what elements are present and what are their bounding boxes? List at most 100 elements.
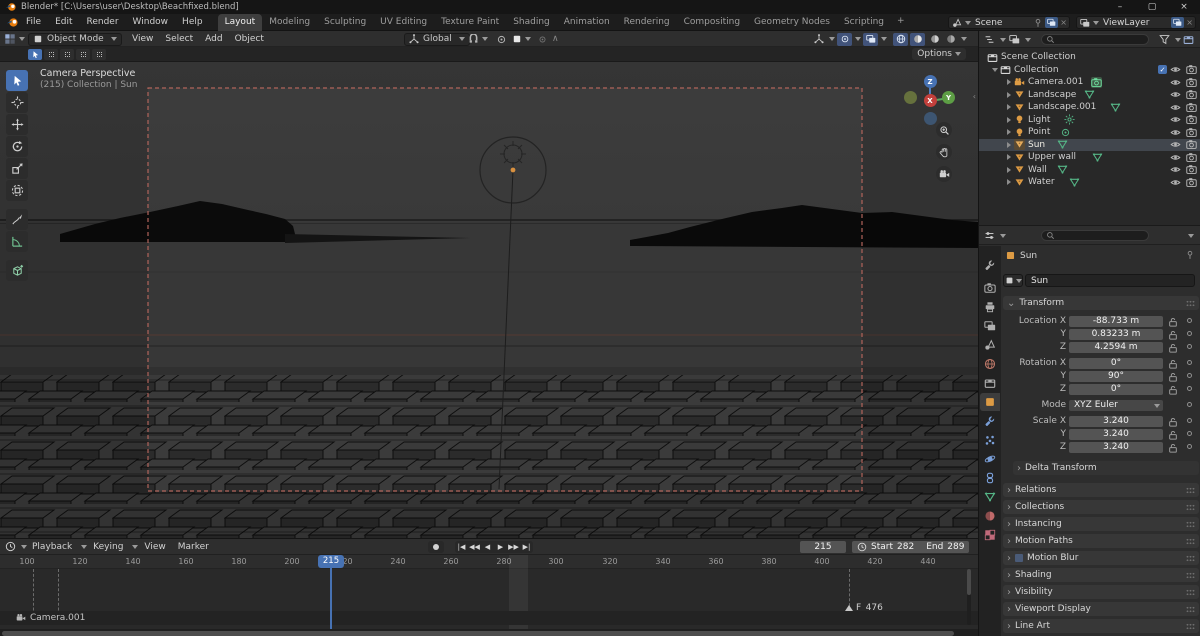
tool-scale[interactable] (6, 158, 28, 179)
close-button[interactable]: × (1168, 0, 1200, 14)
drag-handle-icon[interactable] (1186, 537, 1195, 545)
drag-handle-icon[interactable] (1186, 503, 1195, 511)
disclosure-triangle-icon[interactable] (1007, 154, 1011, 161)
channel-row-camera[interactable]: Camera.001 (0, 611, 978, 625)
outliner-item-label[interactable]: Water (1028, 177, 1055, 187)
proportional-falloff-icon[interactable]: ∧ (552, 31, 559, 47)
outliner-item-label[interactable]: Camera.001 (1028, 77, 1083, 87)
gizmo-z-axis[interactable]: Z (923, 75, 937, 88)
location-x-field[interactable]: -88.733 m (1069, 316, 1163, 327)
channel-label[interactable]: Camera.001 (30, 613, 85, 623)
tool-measure[interactable] (6, 231, 28, 252)
tool-annotate[interactable] (6, 209, 28, 230)
disclosure-triangle-icon[interactable] (1007, 129, 1011, 136)
drag-handle-icon[interactable] (1186, 622, 1195, 630)
show-gizmo-toggle[interactable] (810, 31, 835, 47)
select-mode-invert-button[interactable] (76, 49, 90, 60)
panel-transform[interactable]: ⌄ Transform (1003, 296, 1199, 310)
sidebar-toggle-arrow[interactable]: ‹ (973, 92, 976, 101)
outliner-row-landscape-001[interactable]: Landscape.001 (979, 101, 1200, 114)
menu-playback[interactable]: Playback (26, 542, 78, 552)
eye-icon[interactable] (1170, 127, 1181, 138)
animate-dot-icon[interactable] (1187, 386, 1192, 391)
tab-shading[interactable]: Shading (506, 14, 557, 31)
remove-viewlayer-icon[interactable]: × (1186, 18, 1193, 27)
pivot-point-selector[interactable] (512, 31, 531, 47)
shading-wireframe-button[interactable] (892, 31, 908, 47)
camera-visibility-icon[interactable] (1186, 127, 1197, 138)
pan-button[interactable] (936, 144, 952, 160)
select-mode-intersect-button[interactable] (92, 49, 106, 60)
camera-visibility-icon[interactable] (1186, 177, 1197, 188)
panel-viewport-display[interactable]: › Viewport Display (1003, 602, 1199, 616)
outliner-row-camera-001[interactable]: Camera.001 (979, 76, 1200, 89)
viewlayer-selector[interactable]: ViewLayer × (1076, 16, 1196, 29)
lock-icon[interactable] (1168, 417, 1178, 427)
panel-shading[interactable]: › Shading (1003, 568, 1199, 582)
eye-icon[interactable] (1170, 102, 1181, 113)
menu-edit[interactable]: Edit (48, 15, 79, 29)
viewlayer-name[interactable]: ViewLayer (1103, 18, 1149, 28)
outliner-filter-id-button[interactable] (1009, 34, 1020, 45)
drag-handle-icon[interactable] (1186, 571, 1195, 579)
drag-handle-icon[interactable] (1186, 520, 1195, 528)
object-name-field[interactable]: Sun (1025, 274, 1195, 287)
proportional-edit-toggle[interactable] (496, 31, 507, 47)
location-y-field[interactable]: 0.83233 m (1069, 329, 1163, 340)
menu-view[interactable]: View (126, 34, 159, 44)
start-frame-field[interactable]: 282 (897, 542, 914, 552)
tab-animation[interactable]: Animation (557, 14, 617, 31)
drag-handle-icon[interactable] (1186, 588, 1195, 596)
shading-solid-button[interactable] (909, 31, 925, 47)
show-overlays-toggle[interactable] (836, 31, 861, 47)
tool-rotate[interactable] (6, 136, 28, 157)
outliner-item-label[interactable]: Scene Collection (1001, 52, 1076, 62)
menu-file[interactable]: File (19, 15, 48, 29)
snap-target-toggle[interactable] (538, 31, 547, 47)
properties-search-input[interactable] (1041, 229, 1149, 241)
shading-material-button[interactable] (926, 31, 942, 47)
tab-output[interactable] (980, 298, 1000, 316)
lock-icon[interactable] (1168, 372, 1178, 382)
add-workspace-button[interactable]: + (891, 14, 911, 31)
gizmo-y-neg-axis[interactable] (904, 91, 917, 104)
rotation-z-field[interactable]: 0° (1069, 384, 1163, 395)
motion-blur-checkbox[interactable] (1015, 554, 1023, 562)
select-mode-extend-button[interactable] (44, 49, 58, 60)
tool-cursor[interactable] (6, 92, 28, 113)
outliner-item-label[interactable]: Collection (1014, 65, 1059, 75)
rotation-x-field[interactable]: 0° (1069, 358, 1163, 369)
panel-line-art[interactable]: › Line Art (1003, 619, 1199, 633)
outliner-display-mode-button[interactable] (984, 34, 995, 45)
lock-icon[interactable] (1168, 330, 1178, 340)
tool-transform[interactable] (6, 180, 28, 201)
eye-icon[interactable] (1170, 89, 1181, 100)
play-reverse-button[interactable]: ◀ (481, 541, 494, 553)
maximize-button[interactable]: ▢ (1136, 0, 1168, 14)
tab-object-data[interactable] (980, 488, 1000, 506)
timeline-horizontal-scrollbar[interactable] (0, 629, 978, 636)
outliner-row-sun[interactable]: Sun (979, 138, 1200, 151)
select-mode-set-button[interactable] (28, 49, 42, 60)
animate-dot-icon[interactable] (1187, 373, 1192, 378)
outliner-item-label[interactable]: Landscape.001 (1028, 102, 1096, 112)
menu-window[interactable]: Window (126, 15, 176, 29)
scale-z-field[interactable]: 3.240 (1069, 442, 1163, 453)
camera-visibility-icon[interactable] (1186, 164, 1197, 175)
location-z-field[interactable]: 4.2594 m (1069, 342, 1163, 353)
viewport-3d[interactable]: Camera Perspective (215) Collection | Su… (0, 62, 978, 538)
jump-to-start-button[interactable]: |◀ (455, 541, 468, 553)
eye-icon[interactable] (1170, 177, 1181, 188)
eye-icon[interactable] (1170, 114, 1181, 125)
xray-toggle[interactable] (862, 31, 887, 47)
editor-type-button[interactable] (4, 31, 25, 47)
camera-visibility-icon[interactable] (1186, 114, 1197, 125)
rotation-y-field[interactable]: 90° (1069, 371, 1163, 382)
panel-relations[interactable]: › Relations (1003, 483, 1199, 497)
disclosure-triangle-icon[interactable] (1007, 166, 1011, 173)
current-frame-field[interactable]: 215 (800, 541, 846, 553)
transform-orientation-selector[interactable]: Global (404, 31, 470, 47)
gizmo-x-axis[interactable]: X (923, 94, 937, 107)
eye-icon[interactable] (1170, 152, 1181, 163)
animate-dot-icon[interactable] (1187, 331, 1192, 336)
